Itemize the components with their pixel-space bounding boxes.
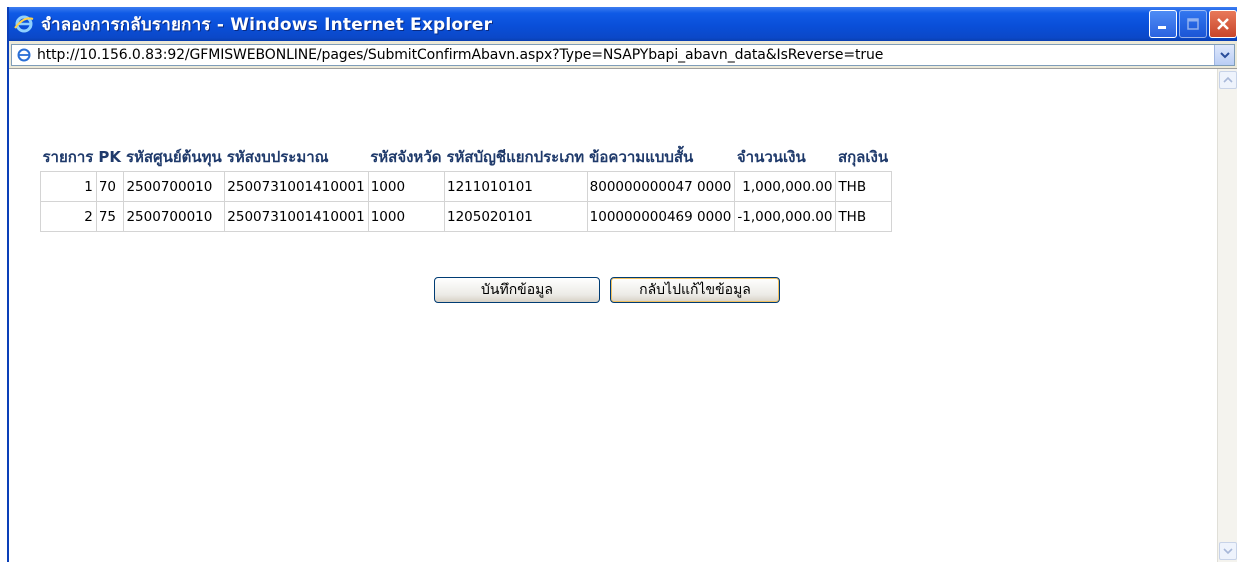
table-cell: THB <box>835 171 892 202</box>
table-cell: -1,000,000.00 <box>734 201 837 232</box>
table-cell: 800000000047 0000 <box>586 171 736 202</box>
maximize-icon <box>1187 18 1199 30</box>
ie-popup-window: จำลองการกลับรายการ - Windows Internet Ex… <box>7 7 1237 562</box>
table-cell: 1,000,000.00 <box>734 171 837 202</box>
table-header-row: รายการ PK รหัสศูนย์ต้นทุน รหัสงบประมาณ ร… <box>40 141 892 172</box>
chevron-down-icon <box>1219 52 1230 59</box>
table-cell: 2500700010 <box>123 171 226 202</box>
table-cell: THB <box>835 201 892 232</box>
window-title: จำลองการกลับรายการ - Windows Internet Ex… <box>41 14 493 35</box>
minimize-icon <box>1158 26 1166 29</box>
chevron-up-icon <box>1223 76 1233 83</box>
column-header: รหัสศูนย์ต้นทุน <box>123 141 225 172</box>
minimize-button[interactable] <box>1149 10 1177 38</box>
column-header: รหัสบัญชีแยกประเภท <box>444 141 588 172</box>
scroll-up-button[interactable] <box>1219 71 1237 89</box>
table-cell: 1 <box>40 171 97 202</box>
table-cell: 70 <box>95 171 125 202</box>
column-header: รหัสจังหวัด <box>368 141 445 172</box>
maximize-button[interactable] <box>1179 10 1207 38</box>
column-header: จำนวนเงิน <box>734 141 836 172</box>
table-row: 1 70 2500700010 2500731001410001 1000 12… <box>40 171 892 202</box>
table-cell: 2500731001410001 <box>224 171 369 202</box>
table-cell: 2500700010 <box>123 201 226 232</box>
column-header: PK <box>96 141 124 172</box>
transaction-table: รายการ PK รหัสศูนย์ต้นทุน รหัสงบประมาณ ร… <box>40 141 892 232</box>
address-bar: http://10.156.0.83:92/GFMISWEBONLINE/pag… <box>9 41 1237 69</box>
column-header: ข้อความแบบสั้น <box>587 141 735 172</box>
table-cell: 100000000469 0000 <box>586 201 736 232</box>
table-cell: 2500731001410001 <box>224 201 369 232</box>
column-header: รายการ <box>40 141 97 172</box>
title-bar[interactable]: จำลองการกลับรายการ - Windows Internet Ex… <box>9 7 1237 41</box>
action-buttons: บันทึกข้อมูล กลับไปแก้ไขข้อมูล <box>434 277 780 303</box>
address-field[interactable]: http://10.156.0.83:92/GFMISWEBONLINE/pag… <box>11 44 1235 66</box>
table-cell: 1211010101 <box>443 171 588 202</box>
page-content: รายการ PK รหัสศูนย์ต้นทุน รหัสงบประมาณ ร… <box>9 69 1217 562</box>
chevron-down-icon <box>1223 548 1233 555</box>
address-url[interactable]: http://10.156.0.83:92/GFMISWEBONLINE/pag… <box>37 47 883 63</box>
vertical-scrollbar[interactable] <box>1217 69 1237 562</box>
close-button[interactable] <box>1209 10 1237 38</box>
address-dropdown-button[interactable] <box>1214 45 1234 65</box>
table-cell: 2 <box>40 201 97 232</box>
close-icon <box>1217 18 1229 30</box>
back-to-edit-button[interactable]: กลับไปแก้ไขข้อมูล <box>610 277 780 303</box>
save-button[interactable]: บันทึกข้อมูล <box>434 277 600 303</box>
column-header: สกุลเงิน <box>835 141 892 172</box>
table-cell: 1000 <box>367 171 445 202</box>
table-cell: 1205020101 <box>443 201 588 232</box>
table-cell: 75 <box>95 201 125 232</box>
ie-logo-icon <box>13 13 35 35</box>
scroll-down-button[interactable] <box>1219 542 1237 560</box>
table-row: 2 75 2500700010 2500731001410001 1000 12… <box>40 201 892 232</box>
window-controls <box>1149 10 1237 38</box>
page-icon <box>15 46 33 64</box>
table-cell: 1000 <box>367 201 445 232</box>
column-header: รหัสงบประมาณ <box>224 141 369 172</box>
